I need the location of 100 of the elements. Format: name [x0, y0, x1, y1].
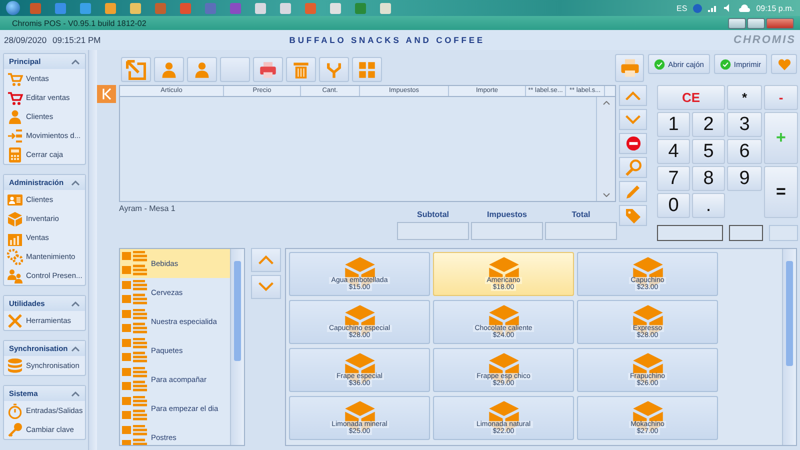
edit-button[interactable] — [619, 181, 647, 202]
calculator-icon — [7, 146, 23, 162]
cloud-icon[interactable] — [739, 4, 750, 12]
person-icon — [193, 60, 211, 78]
keypad-key[interactable]: = — [764, 166, 798, 218]
keypad-key[interactable]: 4 — [657, 139, 690, 164]
app-icon[interactable] — [30, 2, 41, 14]
keypad-key[interactable]: * — [727, 85, 762, 110]
keypad-key[interactable]: 1 — [657, 112, 690, 137]
keypad-key[interactable]: 7 — [657, 166, 690, 191]
keypad-key[interactable]: 9 — [727, 166, 762, 191]
keypad-key[interactable]: 3 — [727, 112, 762, 137]
collapse-chevron-icon[interactable] — [71, 390, 80, 396]
app-icon[interactable] — [305, 2, 316, 14]
total-field — [471, 222, 543, 240]
keypad-key[interactable]: - — [764, 85, 798, 110]
maximize-button[interactable] — [747, 18, 765, 28]
keypad-key[interactable]: CE — [657, 85, 725, 110]
scroll-down-button[interactable] — [251, 275, 281, 299]
search-icon — [624, 159, 642, 176]
app-icon[interactable] — [380, 2, 391, 14]
app-icon[interactable] — [355, 2, 366, 14]
input-field[interactable] — [657, 225, 724, 241]
collapse-chevron-icon[interactable] — [71, 346, 80, 352]
scrollbar[interactable] — [782, 249, 796, 445]
search-button[interactable] — [619, 157, 647, 178]
key-icon — [7, 422, 23, 438]
input-field[interactable] — [729, 225, 763, 241]
keypad-key[interactable]: 8 — [692, 166, 725, 191]
keypad-key[interactable]: 5 — [692, 139, 725, 164]
keypad-key[interactable]: . — [692, 193, 725, 218]
customer-table-label: Ayram - Mesa 1 — [119, 204, 176, 215]
app-icon[interactable] — [280, 2, 291, 14]
minimize-button[interactable] — [728, 18, 746, 28]
printer-icon — [620, 58, 640, 78]
discount-button[interactable] — [619, 205, 647, 226]
start-button[interactable] — [6, 1, 20, 15]
app-icon[interactable] — [180, 2, 191, 14]
app-icon[interactable] — [80, 2, 91, 14]
pencil-icon — [625, 184, 641, 200]
scroll-down-icon[interactable] — [602, 193, 610, 197]
check-circle-icon — [720, 58, 731, 70]
person-icon — [7, 108, 23, 124]
scroll-up-icon[interactable] — [602, 101, 610, 105]
input-field[interactable] — [768, 225, 798, 241]
chevron-down-icon — [625, 114, 641, 124]
id-card-icon — [7, 192, 23, 208]
category-icon — [122, 424, 148, 445]
box-icon — [7, 210, 23, 226]
toolbar-button[interactable] — [220, 57, 250, 82]
category-icon — [122, 308, 148, 334]
app-icon[interactable] — [105, 2, 116, 14]
fork-icon — [325, 60, 343, 78]
category-icon — [122, 396, 148, 422]
move-down-button[interactable] — [619, 109, 647, 130]
favorite-button[interactable] — [771, 54, 797, 74]
app-icon[interactable] — [155, 2, 166, 14]
app-icon[interactable] — [330, 2, 341, 14]
app-icon[interactable] — [130, 2, 141, 14]
close-button[interactable] — [766, 18, 794, 28]
layout-button[interactable] — [352, 57, 382, 82]
keypad-key[interactable]: 6 — [727, 139, 762, 164]
chevron-up-icon — [258, 255, 274, 265]
printer-button[interactable] — [615, 54, 644, 82]
split-button[interactable] — [319, 57, 349, 82]
help-icon[interactable] — [693, 4, 702, 12]
signal-icon[interactable] — [708, 4, 718, 12]
database-icon — [7, 358, 23, 374]
toolbar-button[interactable] — [187, 57, 217, 82]
total-label: Subtotal — [417, 210, 449, 219]
collapse-chevron-icon[interactable] — [71, 180, 80, 186]
toolbar-button[interactable] — [121, 57, 151, 82]
logo-text: CHROMIS — [734, 34, 796, 46]
person-icon — [160, 60, 178, 78]
scrollbar[interactable] — [230, 249, 244, 445]
move-up-button[interactable] — [619, 85, 647, 106]
app-icon[interactable] — [205, 2, 216, 14]
delete-button[interactable] — [286, 57, 316, 82]
remove-line-button[interactable] — [619, 133, 647, 154]
keypad-key[interactable]: 0 — [657, 193, 690, 218]
category-icon — [122, 280, 148, 306]
collapse-icon — [100, 87, 114, 101]
app-icon[interactable] — [55, 2, 66, 14]
scrollbar[interactable] — [88, 50, 97, 450]
chevron-up-icon — [625, 90, 641, 100]
date-text: 28/09/2020 — [4, 35, 47, 45]
toolbar-button[interactable] — [154, 57, 184, 82]
print-button[interactable] — [253, 57, 283, 82]
check-circle-icon — [654, 58, 666, 70]
app-icon[interactable] — [255, 2, 266, 14]
scroll-up-button[interactable] — [251, 248, 281, 272]
total-label: Impuestos — [486, 210, 527, 219]
people-icon — [7, 268, 23, 284]
printer-icon — [259, 60, 277, 78]
collapse-chevron-icon[interactable] — [71, 58, 80, 64]
keypad-key[interactable]: 2 — [692, 112, 725, 137]
app-icon[interactable] — [230, 2, 241, 14]
collapse-button[interactable] — [97, 85, 116, 103]
collapse-chevron-icon[interactable] — [71, 300, 80, 306]
category-icon — [122, 366, 148, 392]
